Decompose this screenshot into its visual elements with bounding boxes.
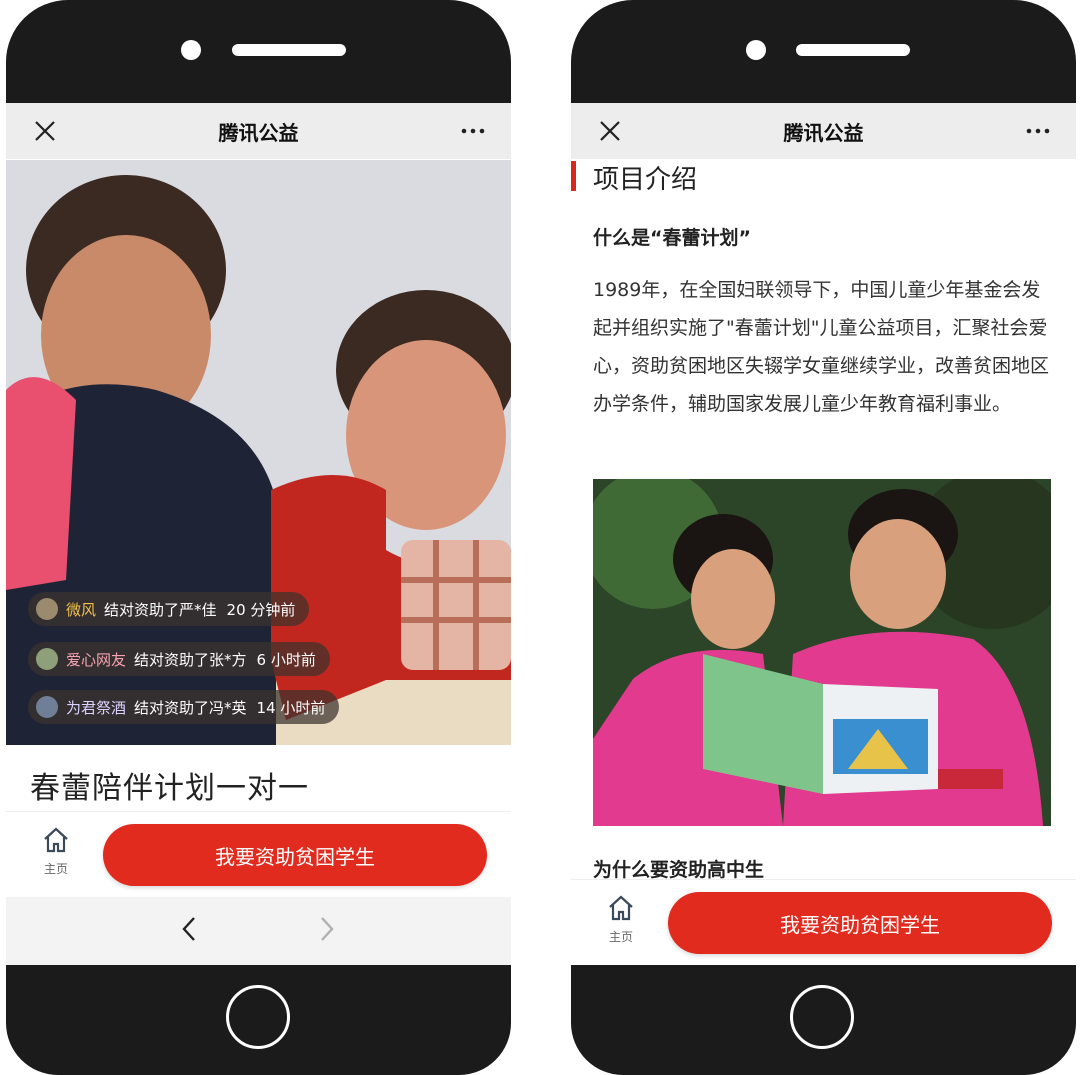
donor-name: 微风 xyxy=(66,600,97,619)
home-icon xyxy=(44,827,68,853)
question-heading: 什么是“春蕾计划” xyxy=(593,227,751,249)
donation-time: 20 分钟前 xyxy=(226,600,296,619)
donation-ticker-item: 为君祭酒 结对资助了冯*英 14 小时前 xyxy=(28,690,340,724)
top-bar: 腾讯公益 xyxy=(571,103,1076,159)
home-label: 主页 xyxy=(608,930,633,944)
donation-action: 结对资助了张*方 xyxy=(134,650,247,669)
action-bar: 主页 我要资助贫困学生 xyxy=(571,879,1076,965)
avatar xyxy=(36,696,58,718)
project-photo xyxy=(593,479,1051,826)
section-accent-bar xyxy=(571,161,576,191)
donate-button[interactable]: 我要资助贫困学生 xyxy=(668,892,1052,954)
avatar xyxy=(36,598,58,620)
phone-home-button xyxy=(226,985,290,1049)
forward-arrow-icon[interactable] xyxy=(314,915,338,943)
screen-left: 腾讯公益 微风 结对资助了严*佳 20 分钟前 爱心网友 结对资助了张*方 6 … xyxy=(6,103,511,965)
girls-reading-illustration xyxy=(593,479,1051,826)
donate-button[interactable]: 我要资助贫困学生 xyxy=(103,824,487,886)
close-icon[interactable] xyxy=(33,119,57,143)
donation-ticker-item: 微风 结对资助了严*佳 20 分钟前 xyxy=(28,592,310,626)
donation-ticker-item: 爱心网友 结对资助了张*方 6 小时前 xyxy=(28,642,330,676)
donation-action: 结对资助了冯*英 xyxy=(134,698,247,717)
donation-time: 6 小时前 xyxy=(256,650,316,669)
more-icon[interactable] xyxy=(1026,127,1050,135)
top-bar: 腾讯公益 xyxy=(6,103,511,159)
avatar xyxy=(36,648,58,670)
more-icon[interactable] xyxy=(461,127,485,135)
app-title: 腾讯公益 xyxy=(783,120,864,145)
home-label: 主页 xyxy=(43,862,68,876)
question-heading: 为什么要资助高中生 xyxy=(593,859,765,881)
phone-home-button xyxy=(790,985,854,1049)
camera-dot xyxy=(181,40,201,60)
donor-name: 爱心网友 xyxy=(66,650,127,669)
donation-time: 14 小时前 xyxy=(256,698,326,717)
home-tab[interactable]: 主页 xyxy=(603,894,639,945)
phone-frame-right: 腾讯公益 项目介绍 什么是“春蕾计划” 1989年，在全国妇联领导下，中国儿童少… xyxy=(571,0,1076,1075)
intro-paragraph: 1989年，在全国妇联领导下，中国儿童少年基金会发起并组织实施了"春蕾计划"儿童… xyxy=(593,279,1050,415)
screen-right: 腾讯公益 项目介绍 什么是“春蕾计划” 1989年，在全国妇联领导下，中国儿童少… xyxy=(571,103,1076,965)
hero-photo: 微风 结对资助了严*佳 20 分钟前 爱心网友 结对资助了张*方 6 小时前 为… xyxy=(6,160,511,745)
section-header: 项目介绍 xyxy=(571,159,1076,195)
phone-frame-left: 腾讯公益 微风 结对资助了严*佳 20 分钟前 爱心网友 结对资助了张*方 6 … xyxy=(6,0,511,1075)
camera-dot xyxy=(746,40,766,60)
back-arrow-icon[interactable] xyxy=(178,915,202,943)
section-title: 项目介绍 xyxy=(593,165,698,195)
browser-nav-bar xyxy=(6,897,511,965)
speaker-grille xyxy=(232,44,346,56)
app-title: 腾讯公益 xyxy=(218,120,299,145)
speaker-grille xyxy=(796,44,910,56)
donor-name: 为君祭酒 xyxy=(66,698,127,717)
campaign-title: 春蕾陪伴计划一对一 xyxy=(30,771,309,806)
close-icon[interactable] xyxy=(598,119,622,143)
donation-action: 结对资助了严*佳 xyxy=(104,600,217,619)
home-icon xyxy=(609,895,633,921)
home-tab[interactable]: 主页 xyxy=(38,826,74,877)
action-bar: 主页 我要资助贫困学生 xyxy=(6,811,511,898)
